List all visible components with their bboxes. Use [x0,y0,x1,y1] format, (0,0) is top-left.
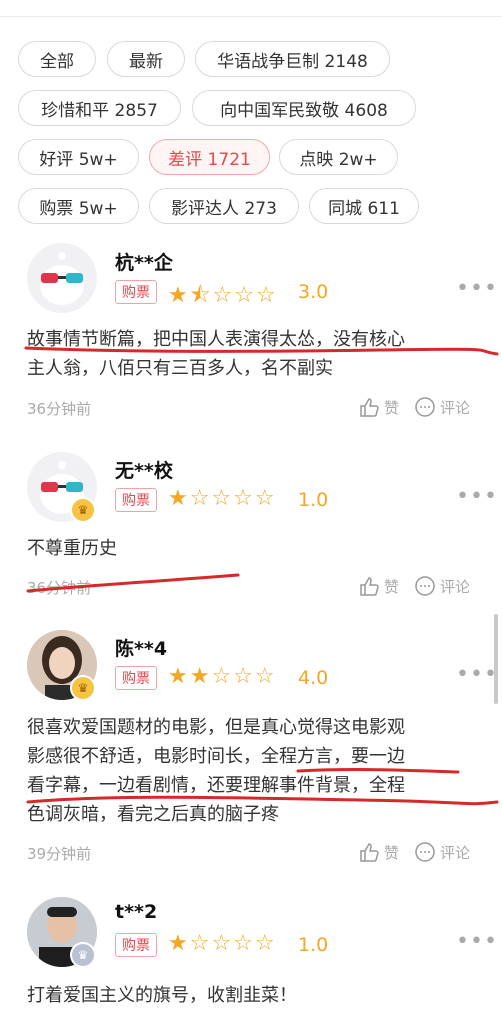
annotation-stroke [26,795,499,806]
annotation-stroke [296,767,460,774]
annotation-stroke [24,346,499,356]
annotation-overlay [24,346,499,806]
annotation-stroke [26,573,240,593]
